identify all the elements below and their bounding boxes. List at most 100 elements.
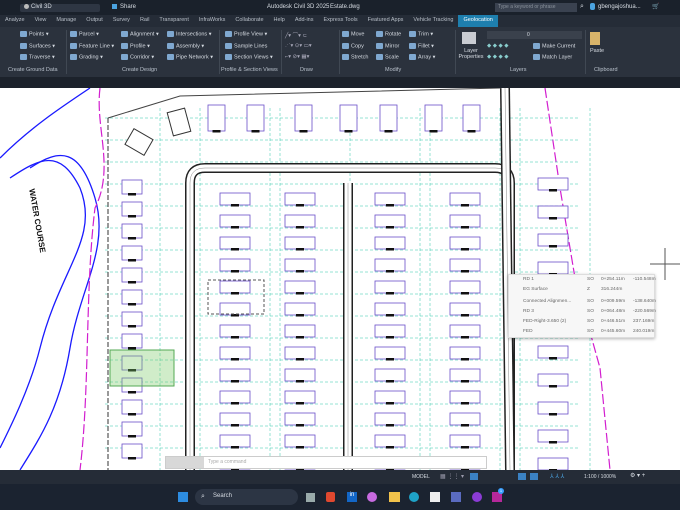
points-button[interactable]: Points ▾ [20, 31, 49, 37]
lot-building [449, 302, 481, 316]
profile-view-button[interactable]: Profile View ▾ [225, 31, 267, 37]
tab-transparent[interactable]: Transparent [154, 15, 193, 27]
sample-lines-button[interactable]: Sample Lines [225, 43, 267, 49]
lot-marker [296, 424, 304, 427]
tab-survey[interactable]: Survey [108, 15, 135, 27]
taskbar-search[interactable]: Search [195, 489, 298, 505]
traverse-button[interactable]: Traverse ▾ [20, 54, 55, 60]
layer-dropdown[interactable]: 0 [487, 31, 582, 39]
ortho-icon[interactable] [470, 473, 478, 480]
lot-marker [296, 248, 304, 251]
fillet-button[interactable]: Fillet ▾ [409, 43, 434, 49]
panel-label-draw[interactable]: Draw [300, 67, 313, 73]
assembly-button[interactable]: Assembly ▾ [167, 43, 204, 49]
title-bar: Civil 3D Share Autodesk Civil 3D 2025 Es… [0, 0, 680, 15]
stretch-button[interactable]: Stretch [342, 54, 368, 60]
tooltip-row: RD 3 SO 0+064.48m -220.569m [509, 309, 656, 318]
surfaces-button[interactable]: Surfaces ▾ [20, 43, 55, 49]
tooltip-name: EG Surface [523, 287, 548, 292]
tab-analyze[interactable]: Analyze [0, 15, 30, 27]
tab-express-tools[interactable]: Express Tools [318, 15, 362, 27]
match-layer-button[interactable]: Match Layer [533, 54, 572, 60]
profile-button[interactable]: Profile ▾ [121, 43, 150, 49]
search-input[interactable]: Type a keyword or phrase [495, 3, 577, 12]
grid-icon[interactable]: ▦ ⋮⋮ ▾ [440, 473, 464, 480]
tab-rail[interactable]: Rail [135, 15, 154, 27]
linkedin-icon[interactable]: in [347, 492, 357, 502]
tab-vehicle-tracking[interactable]: Vehicle Tracking [408, 15, 458, 27]
lot-building [284, 346, 316, 360]
feature-line-button[interactable]: Feature Line ▾ [70, 43, 114, 49]
file-explorer-icon[interactable] [389, 492, 400, 502]
layer-properties-button[interactable]: Layer Properties [456, 48, 486, 60]
model-tab[interactable]: MODEL [412, 474, 430, 480]
tab-help[interactable]: Help [269, 15, 290, 27]
line-icon[interactable]: ╱▾ ⌒▾ ⊂ [285, 31, 307, 39]
panel-label-create-design[interactable]: Create Design [122, 67, 157, 73]
tab-manage[interactable]: Manage [51, 15, 81, 27]
make-current-button[interactable]: Make Current [533, 43, 575, 49]
lot-marker [128, 413, 136, 416]
tab-collaborate[interactable]: Collaborate [230, 15, 268, 27]
lot-marker [386, 270, 394, 273]
layer-tools-icon[interactable]: ◆ ◆ ◆ ◆ [487, 43, 509, 49]
windows-start-icon[interactable] [178, 492, 188, 502]
panel-label-create-ground[interactable]: Create Ground Data [8, 67, 58, 73]
scale-button[interactable]: Scale [376, 54, 399, 60]
lot-building [374, 236, 406, 250]
app-icon[interactable] [451, 492, 461, 502]
panel-label-layers[interactable]: Layers [510, 67, 527, 73]
tab-infraworks[interactable]: InfraWorks [194, 15, 231, 27]
tab-add-ins[interactable]: Add-ins [290, 15, 319, 27]
rotate-button[interactable]: Rotate [376, 31, 401, 37]
intersections-button[interactable]: Intersections ▾ [167, 31, 211, 37]
command-line[interactable]: Type a command [165, 456, 487, 469]
lot-building [284, 434, 316, 448]
task-view-icon[interactable] [306, 493, 315, 502]
tab-geolocation[interactable]: Geolocation [458, 15, 498, 27]
tooltip-code: Z [587, 287, 590, 292]
share-icon [112, 4, 117, 9]
layer-tools-icon[interactable]: ◆ ◆ ◆ ◆ [487, 54, 509, 60]
mirror-button[interactable]: Mirror [376, 43, 399, 49]
pipe-network-button[interactable]: Pipe Network ▾ [167, 54, 213, 60]
scale-dropdown[interactable]: 1:100 / 1000% [584, 474, 616, 480]
user-menu[interactable]: gbengajoshua... [598, 4, 641, 10]
copy-button[interactable]: Copy [342, 43, 364, 49]
lot-building [121, 333, 143, 349]
edge-icon[interactable] [409, 492, 419, 502]
search-icon[interactable]: ⌕ [580, 3, 584, 11]
move-button[interactable]: Move [342, 31, 364, 37]
tab-featured-apps[interactable]: Featured Apps [363, 15, 409, 27]
app-icon[interactable] [472, 492, 482, 502]
grading-button[interactable]: Grading ▾ [70, 54, 103, 60]
polyline-icon[interactable]: ⌐▾ ⊘▾ ▦▾ [285, 54, 309, 60]
parcel-button[interactable]: Parcel ▾ [70, 31, 99, 37]
lot-marker [461, 292, 469, 295]
command-close-icon[interactable] [166, 457, 204, 468]
annotation-icon[interactable]: ⅄ ⅄ ⅄ [550, 473, 564, 480]
corridor-button[interactable]: Corridor ▾ [121, 54, 154, 60]
lot-marker [549, 245, 557, 248]
brave-icon[interactable] [326, 492, 335, 502]
store-icon[interactable] [430, 492, 440, 502]
lot-building [537, 261, 569, 275]
trim-button[interactable]: Trim ▾ [409, 31, 433, 37]
osnap-icon[interactable] [518, 473, 526, 480]
tab-output[interactable]: Output [81, 15, 108, 27]
copilot-icon[interactable] [367, 492, 377, 502]
circle-icon[interactable]: ⋰▾ ⊙▾ ▭▾ [285, 43, 312, 49]
array-button[interactable]: Array ▾ [409, 54, 435, 60]
cart-icon[interactable]: 🛒 [652, 3, 659, 10]
tooltip-code: SO [587, 319, 594, 324]
paste-button[interactable]: Paste [590, 48, 604, 54]
tab-view[interactable]: View [30, 15, 52, 27]
lineweight-icon[interactable] [530, 473, 538, 480]
command-input[interactable]: Type a command [208, 459, 246, 465]
section-views-button[interactable]: Section Views ▾ [225, 54, 273, 60]
share-button[interactable]: Share [120, 4, 136, 10]
alignment-button[interactable]: Alignment ▾ [121, 31, 159, 37]
settings-icon[interactable]: ⚙ ▾ + [630, 472, 645, 479]
lot-building [462, 104, 481, 132]
panel-label-modify[interactable]: Modify [385, 67, 401, 73]
